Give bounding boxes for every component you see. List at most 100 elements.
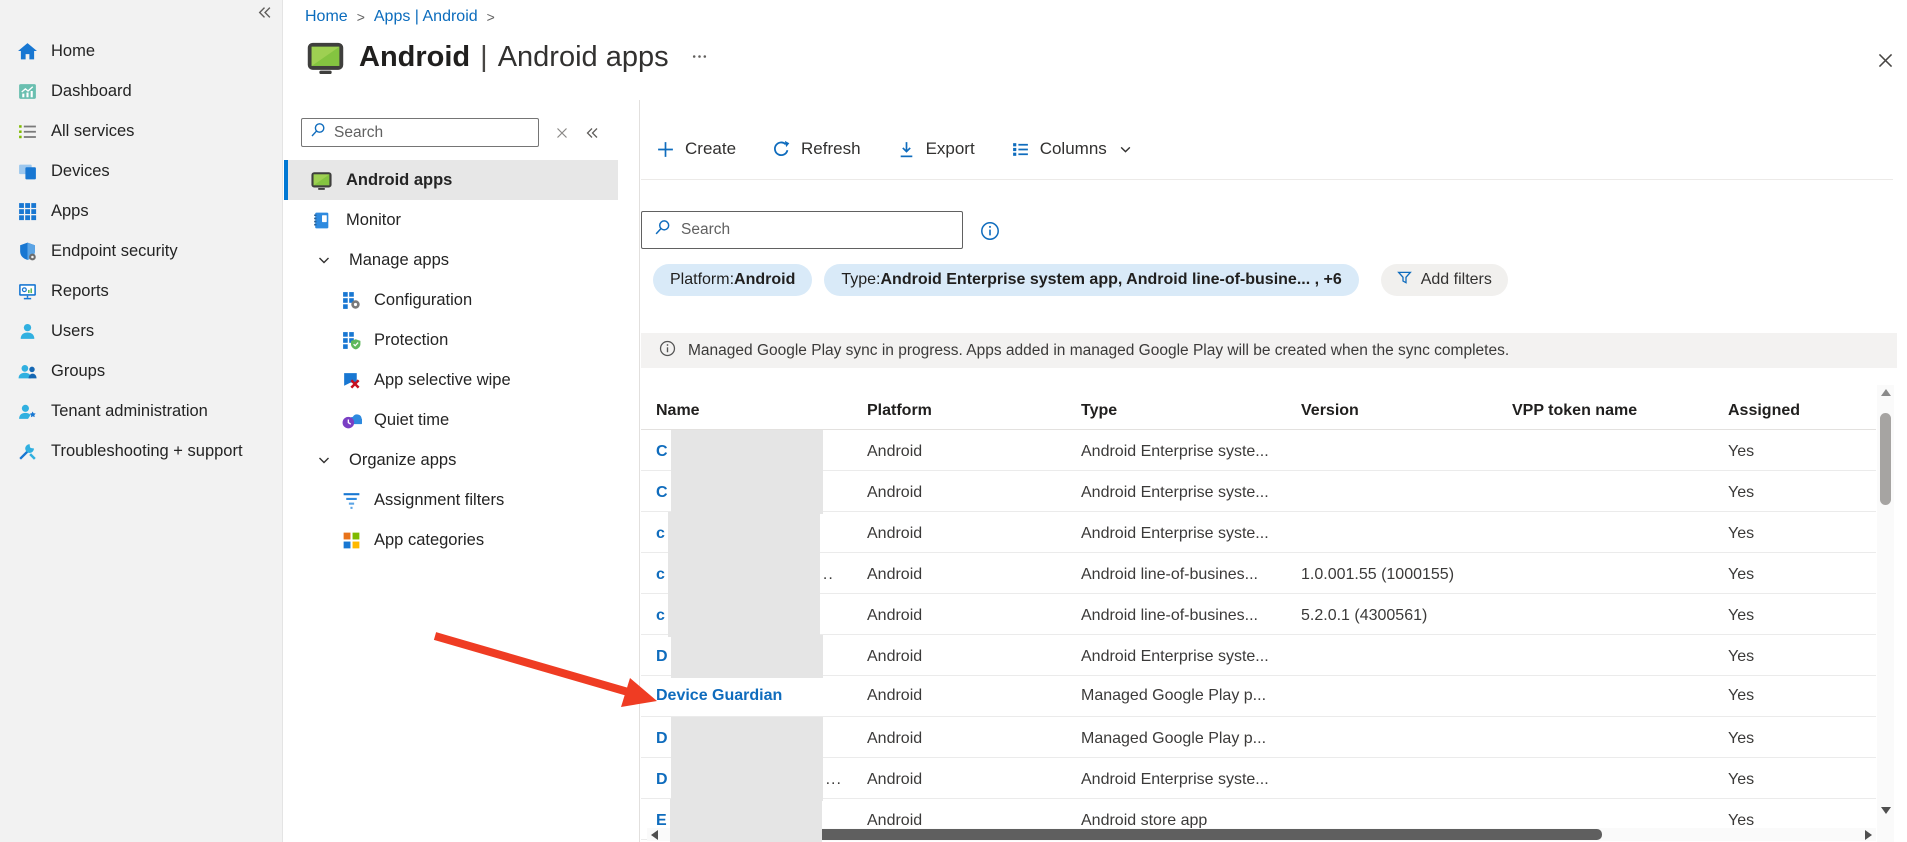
table-row[interactable]: c Android Android Enterprise syste... Ye…: [641, 512, 1876, 553]
sidebar-item-reports[interactable]: Reports: [0, 271, 282, 311]
collapse-panel-button[interactable]: [585, 126, 599, 140]
all-services-icon: [17, 121, 38, 142]
columns-icon: [1011, 140, 1030, 159]
assigned-cell: Yes: [1728, 525, 1876, 543]
app-name-link[interactable]: E: [656, 812, 667, 830]
nav-item-assignment-filters[interactable]: Assignment filters: [284, 480, 618, 520]
scroll-left-icon[interactable]: [651, 830, 658, 840]
type-cell: Android Enterprise syste...: [1081, 525, 1301, 543]
table-row[interactable]: D Android Android Enterprise syste... Ye…: [641, 635, 1876, 676]
sidebar-item-tenant-administration[interactable]: Tenant administration: [0, 391, 282, 431]
scroll-down-icon[interactable]: [1881, 807, 1891, 814]
vertical-scrollbar-thumb[interactable]: [1880, 413, 1891, 505]
dismiss-search-icon[interactable]: [556, 127, 568, 139]
vertical-scrollbar[interactable]: [1877, 385, 1894, 842]
column-header-assigned[interactable]: Assigned ↑: [1728, 402, 1876, 420]
android-apps-icon: [311, 170, 332, 191]
app-name-link[interactable]: c: [656, 566, 665, 584]
nav-item-protection[interactable]: Protection: [284, 320, 618, 360]
assigned-cell: Yes: [1728, 484, 1876, 502]
app-name-link[interactable]: C: [656, 443, 668, 461]
sidebar-item-home[interactable]: Home: [0, 31, 282, 71]
name-cell: Device Guardian: [641, 687, 867, 705]
app-name-link[interactable]: c: [656, 607, 665, 625]
sidebar-item-users[interactable]: Users: [0, 311, 282, 351]
sidebar-item-apps[interactable]: Apps: [0, 191, 282, 231]
sidebar-item-all-services[interactable]: All services: [0, 111, 282, 151]
page-title: Android|Android apps: [359, 41, 669, 74]
table-row[interactable]: c Android Android line-of-busines... 5.2…: [641, 594, 1876, 635]
nav-item-app-categories[interactable]: App categories: [284, 520, 618, 560]
app-name-link[interactable]: D: [656, 730, 668, 748]
nav-item-manage-apps[interactable]: Manage apps: [284, 240, 618, 280]
redaction-overlay: [671, 430, 823, 473]
collapse-sidebar-button[interactable]: [257, 5, 272, 23]
export-icon: [897, 140, 916, 159]
column-header-version[interactable]: Version ↑: [1301, 402, 1512, 420]
info-icon[interactable]: [980, 221, 1000, 246]
app-name-link[interactable]: c: [656, 525, 665, 543]
table-row[interactable]: Device Guardian Android Managed Google P…: [641, 676, 1876, 717]
nav-item-android-apps[interactable]: Android apps: [284, 160, 618, 200]
sidebar-item-troubleshooting-support[interactable]: Troubleshooting + support: [0, 431, 282, 471]
filter-pill[interactable]: Platform: Android: [653, 264, 812, 296]
type-cell: Android line-of-busines...: [1081, 607, 1301, 625]
nav-item-configuration[interactable]: Configuration: [284, 280, 618, 320]
table-row[interactable]: D Android Managed Google Play p... Yes: [641, 717, 1876, 758]
chevron-down-icon: [317, 453, 331, 467]
platform-cell: Android: [867, 525, 1081, 543]
toolbar-button-export[interactable]: Export: [897, 139, 975, 159]
horizontal-scrollbar[interactable]: [647, 828, 1876, 841]
table-row[interactable]: C Android Android Enterprise syste... Ye…: [641, 471, 1876, 512]
app-name-link[interactable]: D: [656, 648, 668, 666]
column-header-name[interactable]: Name ↑: [641, 402, 867, 420]
sidebar-item-endpoint-security[interactable]: Endpoint security: [0, 231, 282, 271]
sync-info-banner: Managed Google Play sync in progress. Ap…: [641, 333, 1897, 368]
platform-cell: Android: [867, 648, 1081, 666]
nav-item-quiet-time[interactable]: Quiet time: [284, 400, 618, 440]
inner-nav-search-input[interactable]: [334, 124, 530, 142]
sidebar-item-groups[interactable]: Groups: [0, 351, 282, 391]
horizontal-scrollbar-track[interactable]: [662, 828, 1861, 841]
column-header-vpp-token-name[interactable]: VPP token name ↑: [1512, 402, 1728, 420]
redaction-overlay: [670, 799, 822, 842]
column-header-platform[interactable]: Platform ↑: [867, 402, 1081, 420]
sidebar-item-devices[interactable]: Devices: [0, 151, 282, 191]
table-row[interactable]: C Android Android Enterprise syste... Ye…: [641, 430, 1876, 471]
platform-cell: Android: [867, 771, 1081, 789]
app-name-link[interactable]: C: [656, 484, 668, 502]
scroll-right-icon[interactable]: [1865, 830, 1872, 840]
assigned-cell: Yes: [1728, 687, 1876, 705]
table-row[interactable]: D ... Android Android Enterprise syste..…: [641, 758, 1876, 799]
groups-icon: [17, 361, 38, 382]
toolbar-button-refresh[interactable]: Refresh: [772, 139, 861, 159]
table-row[interactable]: c .. Android Android line-of-busines... …: [641, 553, 1876, 594]
app-name-link[interactable]: D: [656, 771, 668, 789]
devices-icon: [17, 161, 38, 182]
nav-item-monitor[interactable]: Monitor: [284, 200, 618, 240]
filter-pill[interactable]: Type: Android Enterprise system app, And…: [824, 264, 1358, 296]
sidebar-item-dashboard[interactable]: Dashboard: [0, 71, 282, 111]
main-area: Home > Apps | Android > Android|Android …: [284, 0, 1907, 842]
chevron-down-icon: [1119, 143, 1132, 156]
column-header-type[interactable]: Type ↑: [1081, 402, 1301, 420]
scroll-up-icon[interactable]: [1881, 389, 1891, 396]
add-filters-button[interactable]: Add filters: [1381, 264, 1508, 296]
plus-icon: [656, 140, 675, 159]
type-cell: Android Enterprise syste...: [1081, 443, 1301, 461]
app-name-link[interactable]: Device Guardian: [656, 687, 782, 705]
truncation-ellipsis: ..: [823, 566, 834, 584]
protection-icon: [341, 330, 362, 351]
redaction-overlay: [671, 635, 823, 678]
nav-item-app-selective-wipe[interactable]: App selective wipe: [284, 360, 618, 400]
troubleshooting-icon: [17, 441, 38, 462]
reports-icon: [17, 281, 38, 302]
search-icon: [310, 122, 326, 143]
nav-item-organize-apps[interactable]: Organize apps: [284, 440, 618, 480]
toolbar-button-create[interactable]: Create: [656, 139, 736, 159]
toolbar-button-columns[interactable]: Columns: [1011, 139, 1132, 159]
platform-cell: Android: [867, 566, 1081, 584]
apps-search-input[interactable]: [681, 221, 950, 239]
banner-text: Managed Google Play sync in progress. Ap…: [688, 342, 1509, 360]
inner-nav-panel: Android apps Monitor Manage apps Configu…: [284, 118, 618, 560]
